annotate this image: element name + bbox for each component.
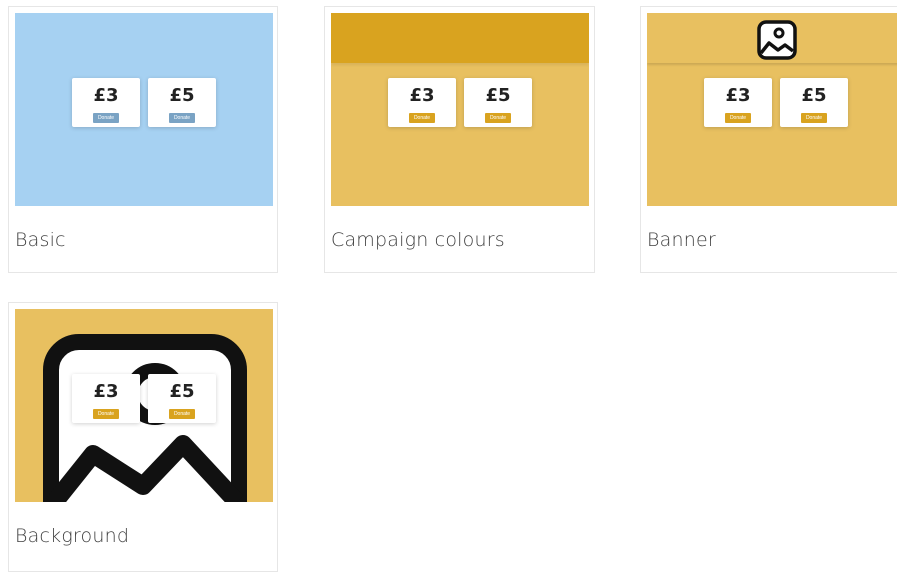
template-label: Banner xyxy=(647,229,716,251)
donation-amount: £3 xyxy=(93,381,119,402)
donate-button: Donate xyxy=(168,409,196,419)
template-preview-basic: £3 Donate £5 Donate xyxy=(15,13,273,206)
donation-ticket: £5 Donate xyxy=(464,78,532,127)
donate-button: Donate xyxy=(92,409,120,419)
donate-button: Donate xyxy=(724,113,752,123)
template-card-background[interactable]: £3 Donate £5 Donate Background xyxy=(8,302,278,572)
template-label: Basic xyxy=(15,229,66,251)
donation-amount: £5 xyxy=(485,85,511,106)
donate-button: Donate xyxy=(800,113,828,123)
donation-amount: £5 xyxy=(801,85,827,106)
template-preview-campaign-colours: £3 Donate £5 Donate xyxy=(331,13,589,206)
donation-amount: £3 xyxy=(93,85,119,106)
template-label: Campaign colours xyxy=(331,229,505,251)
donation-ticket: £3 Donate xyxy=(704,78,772,127)
donate-button: Donate xyxy=(168,113,196,123)
donate-button: Donate xyxy=(408,113,436,123)
donation-amount: £5 xyxy=(169,85,195,106)
donate-button: Donate xyxy=(484,113,512,123)
donation-ticket: £3 Donate xyxy=(72,374,140,423)
template-card-banner[interactable]: £3 Donate £5 Donate Banner xyxy=(640,6,897,273)
donation-ticket: £5 Donate xyxy=(148,374,216,423)
template-card-campaign-colours[interactable]: £3 Donate £5 Donate Campaign colours xyxy=(324,6,595,273)
donation-amount: £3 xyxy=(409,85,435,106)
donation-amount: £3 xyxy=(725,85,751,106)
donation-ticket: £5 Donate xyxy=(148,78,216,127)
template-label: Background xyxy=(15,525,130,547)
image-icon xyxy=(757,20,797,60)
template-preview-background: £3 Donate £5 Donate xyxy=(15,309,273,502)
donation-ticket: £3 Donate xyxy=(388,78,456,127)
template-card-basic[interactable]: £3 Donate £5 Donate Basic xyxy=(8,6,278,273)
donation-ticket: £5 Donate xyxy=(780,78,848,127)
donation-amount: £5 xyxy=(169,381,195,402)
donate-button: Donate xyxy=(92,113,120,123)
donation-ticket: £3 Donate xyxy=(72,78,140,127)
header-band xyxy=(331,13,589,63)
template-preview-banner: £3 Donate £5 Donate xyxy=(647,13,897,206)
